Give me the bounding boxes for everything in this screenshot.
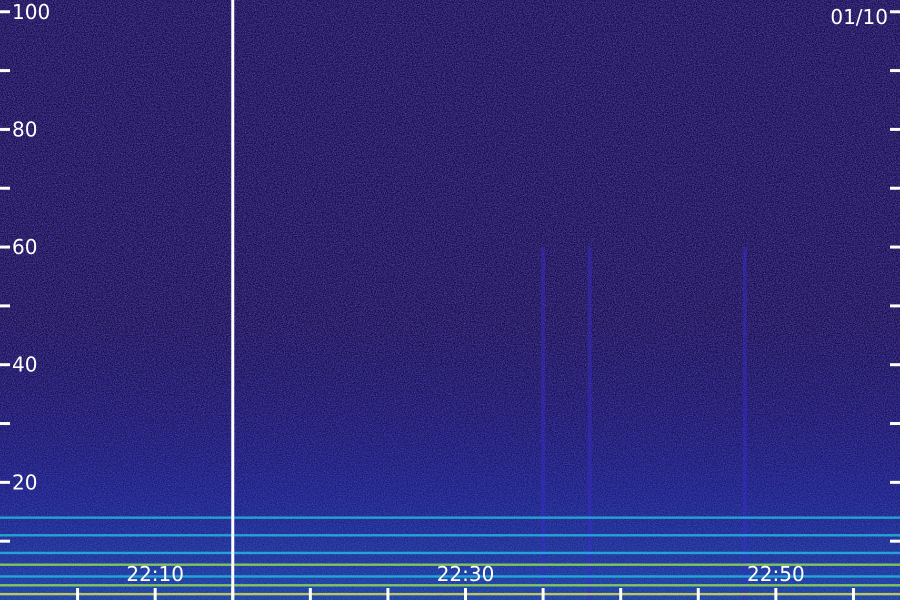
x-tick-label: 22:50	[747, 562, 805, 586]
low-frequency-glow	[0, 320, 900, 600]
band-4	[0, 551, 900, 555]
y-tick-label: 40	[12, 353, 37, 377]
band-0	[0, 592, 900, 596]
vertical-streak-2	[742, 247, 747, 600]
band-6	[0, 516, 900, 519]
date-label: 01/10	[830, 5, 888, 29]
spectrogram-chart: 20 40 60 80 100 22:10 22:30 22:50 01/10	[0, 0, 900, 600]
x-tick-label: 22:30	[437, 562, 495, 586]
y-tick-label: 60	[12, 235, 37, 259]
band-5	[0, 534, 900, 537]
x-tick-label: 22:10	[126, 562, 184, 586]
vertical-streak-0	[541, 247, 546, 600]
y-tick-label: 80	[12, 117, 37, 141]
vertical-streak-1	[587, 247, 592, 600]
y-tick-label: 100	[12, 0, 50, 24]
y-tick-label: 20	[12, 470, 37, 494]
